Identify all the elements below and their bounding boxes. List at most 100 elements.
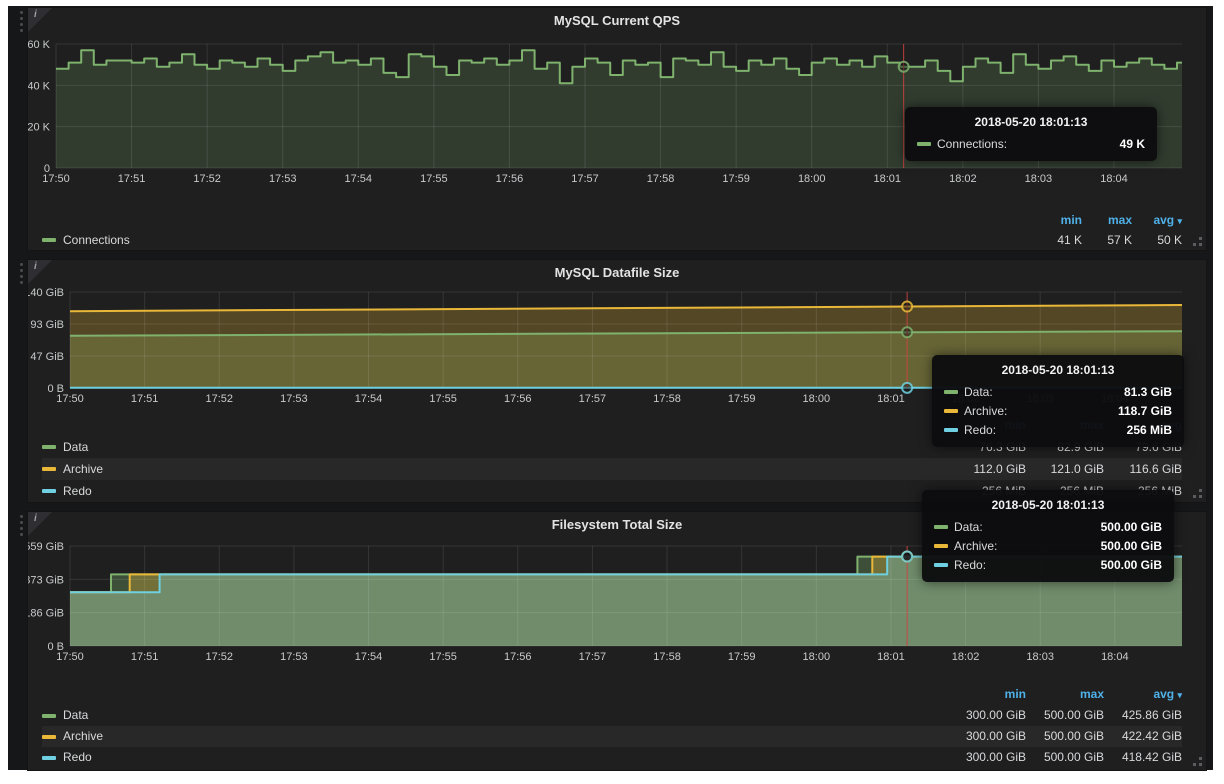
svg-text:17:55: 17:55 xyxy=(429,393,457,405)
tooltip-series-label: Data: xyxy=(954,520,1101,534)
svg-text:17:56: 17:56 xyxy=(496,173,524,185)
legend-sort-max[interactable]: max xyxy=(1026,684,1104,705)
stat-max: 500.00 GiB xyxy=(1026,726,1104,747)
stat-max: 57 K xyxy=(1082,233,1132,247)
tooltip-series-label: Connections: xyxy=(937,137,1120,151)
series-dash-icon xyxy=(42,467,56,471)
stat-avg: 425.86 GiB xyxy=(1104,705,1182,726)
legend-item-connections[interactable]: Connections xyxy=(42,233,130,247)
svg-text:18:02: 18:02 xyxy=(952,651,980,663)
svg-text:17:55: 17:55 xyxy=(429,651,457,663)
svg-text:93 GiB: 93 GiB xyxy=(30,319,64,331)
panel-drag-handle[interactable] xyxy=(20,515,23,518)
svg-text:17:51: 17:51 xyxy=(131,651,159,663)
panel-resize-handle[interactable] xyxy=(1199,495,1202,498)
tooltip-series-value: 49 K xyxy=(1120,137,1145,151)
panel-resize-handle[interactable] xyxy=(1199,763,1202,766)
legend-sort-avg[interactable]: avg ▾ xyxy=(1132,213,1182,227)
panel-resize-handle[interactable] xyxy=(1199,243,1202,246)
stat-avg: 116.6 GiB xyxy=(1104,458,1182,480)
panel-drag-handle[interactable] xyxy=(20,11,23,14)
svg-text:18:01: 18:01 xyxy=(874,173,902,185)
panel-mysql-current-qps: i MySQL Current QPS 020 K40 K60 K17:5017… xyxy=(28,8,1206,250)
series-dash-icon xyxy=(934,563,948,567)
stat-min: 112.0 GiB xyxy=(948,458,1026,480)
tooltip-row: Connections: 49 K xyxy=(917,134,1145,153)
stat-avg: 50 K xyxy=(1132,233,1182,247)
stat-avg: 422.42 GiB xyxy=(1104,726,1182,747)
tooltip-row: Redo: 500.00 GiB xyxy=(934,555,1162,574)
series-dash-icon xyxy=(42,714,56,718)
svg-text:18:00: 18:00 xyxy=(798,173,826,185)
stat-max: 500.00 GiB xyxy=(1026,705,1104,726)
svg-text:18:04: 18:04 xyxy=(1100,173,1128,185)
series-dash-icon xyxy=(934,544,948,548)
legend-sort-max[interactable]: max xyxy=(1082,213,1132,227)
tooltip-series-value: 81.3 GiB xyxy=(1124,385,1172,399)
legend-item-redo[interactable]: Redo xyxy=(42,480,948,502)
svg-text:17:51: 17:51 xyxy=(118,173,146,185)
tooltip-series-value: 118.7 GiB xyxy=(1118,404,1172,418)
svg-text:559 GiB: 559 GiB xyxy=(28,541,64,553)
svg-text:17:55: 17:55 xyxy=(420,173,448,185)
series-dash-icon xyxy=(934,525,948,529)
series-dash-icon xyxy=(42,238,56,242)
stat-max: 500.00 GiB xyxy=(1026,747,1104,768)
svg-text:17:50: 17:50 xyxy=(56,393,84,405)
stat-avg: 418.42 GiB xyxy=(1104,747,1182,768)
legend-sort-min[interactable]: min xyxy=(948,684,1026,705)
legend-table: min max avg ▾ Data 300.00 GiB 500.00 GiB… xyxy=(42,684,1182,768)
chart-tooltip: 2018-05-20 18:01:13 Connections: 49 K xyxy=(905,107,1157,161)
svg-text:186 GiB: 186 GiB xyxy=(28,608,64,620)
svg-text:17:59: 17:59 xyxy=(728,393,756,405)
svg-text:373 GiB: 373 GiB xyxy=(28,574,64,586)
svg-text:18:03: 18:03 xyxy=(1025,173,1053,185)
tooltip-series-label: Data: xyxy=(964,385,1124,399)
svg-text:60 K: 60 K xyxy=(28,39,51,51)
stat-min: 41 K xyxy=(1032,233,1082,247)
panel-title[interactable]: MySQL Current QPS xyxy=(28,13,1206,28)
tooltip-row: Redo: 256 MiB xyxy=(944,420,1172,439)
legend-item-archive[interactable]: Archive xyxy=(42,726,948,747)
svg-text:18:03: 18:03 xyxy=(1026,651,1054,663)
svg-text:17:50: 17:50 xyxy=(42,173,70,185)
svg-text:17:54: 17:54 xyxy=(355,393,383,405)
tooltip-series-label: Redo: xyxy=(954,558,1101,572)
svg-text:47 GiB: 47 GiB xyxy=(30,351,64,363)
legend-item-redo[interactable]: Redo xyxy=(42,747,948,768)
tooltip-row: Archive: 500.00 GiB xyxy=(934,536,1162,555)
legend-series-label: Data xyxy=(63,436,88,458)
series-dash-icon xyxy=(944,428,958,432)
tooltip-series-label: Archive: xyxy=(964,404,1118,418)
legend-item-data[interactable]: Data xyxy=(42,705,948,726)
legend-series-label: Redo xyxy=(63,480,92,502)
panel-drag-handle[interactable] xyxy=(20,263,23,266)
stat-min: 300.00 GiB xyxy=(948,705,1026,726)
chevron-down-icon: ▾ xyxy=(1177,690,1182,700)
legend-item-archive[interactable]: Archive xyxy=(42,458,948,480)
svg-text:18:02: 18:02 xyxy=(949,173,977,185)
panel-title[interactable]: MySQL Datafile Size xyxy=(28,265,1206,280)
tooltip-series-label: Redo: xyxy=(964,423,1127,437)
grafana-dashboard: i MySQL Current QPS 020 K40 K60 K17:5017… xyxy=(8,6,1213,770)
series-dash-icon xyxy=(42,735,56,739)
series-dash-icon xyxy=(917,142,931,146)
svg-text:17:57: 17:57 xyxy=(571,173,599,185)
legend-sort-min[interactable]: min xyxy=(1032,213,1082,227)
svg-text:17:58: 17:58 xyxy=(647,173,675,185)
series-dash-icon xyxy=(42,489,56,493)
legend-item-data[interactable]: Data xyxy=(42,436,948,458)
svg-text:17:59: 17:59 xyxy=(728,651,756,663)
legend-series-row: Connections 41 K 57 K 50 K xyxy=(42,230,1182,250)
legend-series-label: Data xyxy=(63,705,88,726)
svg-text:17:52: 17:52 xyxy=(205,393,233,405)
svg-text:17:56: 17:56 xyxy=(504,651,532,663)
tooltip-timestamp: 2018-05-20 18:01:13 xyxy=(934,498,1162,512)
svg-text:40 K: 40 K xyxy=(28,80,51,92)
svg-text:17:58: 17:58 xyxy=(653,651,681,663)
svg-text:17:59: 17:59 xyxy=(722,173,750,185)
svg-text:18:01: 18:01 xyxy=(877,393,905,405)
svg-text:17:56: 17:56 xyxy=(504,393,532,405)
chevron-down-icon: ▾ xyxy=(1177,216,1182,226)
legend-sort-avg[interactable]: avg ▾ xyxy=(1104,684,1182,705)
